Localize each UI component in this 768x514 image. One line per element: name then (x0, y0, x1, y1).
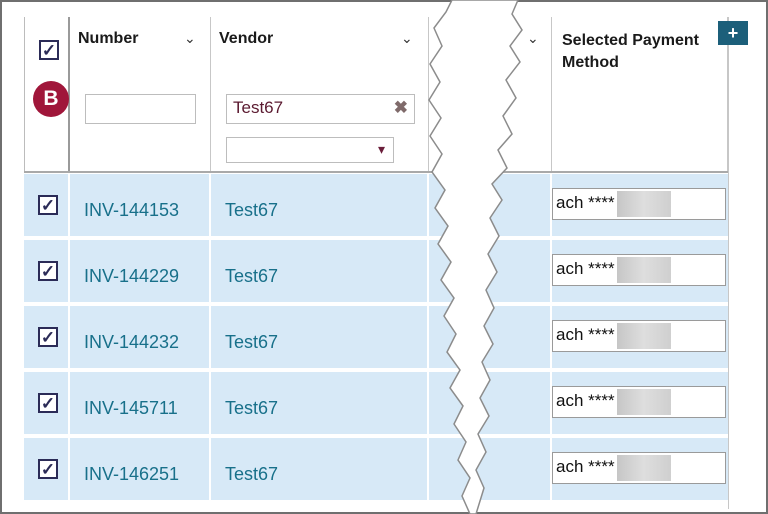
payment-method-field[interactable]: ach **** (552, 188, 726, 220)
table-row[interactable]: ✓ INV-144232 Test67 ach **** (24, 306, 728, 370)
table-row[interactable]: ✓ INV-145711 Test67 ach **** (24, 372, 728, 436)
row-checkbox[interactable]: ✓ (38, 327, 58, 347)
payment-method-header-label: Selected Payment Method (562, 30, 699, 74)
payment-method-column-header[interactable]: Selected Payment Method (552, 17, 728, 172)
vendor-column-header[interactable]: Vendor ⌄ Test67 ✖ ▾ (211, 17, 429, 172)
vendor-filter-value: Test67 (233, 98, 284, 117)
table-row[interactable]: ✓ INV-144229 Test67 ach **** (24, 240, 728, 304)
payment-method-field[interactable]: ach **** (552, 320, 726, 352)
vendor-type-header-label: Ve (437, 30, 456, 47)
add-column-button[interactable]: + (718, 21, 748, 45)
redacted-account (617, 191, 671, 217)
vendor-filter-input[interactable]: Test67 ✖ (226, 94, 415, 124)
chevron-down-icon[interactable]: ⌄ (527, 30, 539, 47)
vendor-link[interactable]: Test67 (225, 398, 278, 419)
invoice-number-link[interactable]: INV-144153 (84, 200, 179, 221)
payment-header-line2: Method (562, 54, 619, 71)
vendor-header-label: Vendor (219, 30, 274, 47)
vendor-link[interactable]: Test67 (225, 200, 278, 221)
step-badge: B (33, 81, 69, 117)
redacted-account (617, 323, 671, 349)
invoice-grid: ✓ Number ⌄ Vendor ⌄ Test67 ✖ ▾ Ve ⌄ Sele… (24, 17, 753, 509)
grid-header: ✓ Number ⌄ Vendor ⌄ Test67 ✖ ▾ Ve ⌄ Sele… (24, 17, 728, 173)
payment-method-value: ach **** (556, 325, 615, 344)
redacted-account (617, 257, 671, 283)
invoice-number-link[interactable]: INV-145711 (84, 398, 178, 419)
chevron-down-icon[interactable]: ⌄ (401, 30, 413, 47)
right-gutter (728, 17, 753, 509)
payment-method-field[interactable]: ach **** (552, 254, 726, 286)
row-checkbox[interactable]: ✓ (38, 459, 58, 479)
payment-method-field[interactable]: ach **** (552, 452, 726, 484)
payment-header-line1: Selected Payment (562, 32, 699, 49)
row-checkbox[interactable]: ✓ (38, 393, 58, 413)
table-row[interactable]: ✓ INV-144153 Test67 ach **** (24, 174, 728, 238)
select-all-checkbox[interactable]: ✓ (39, 40, 59, 60)
chevron-down-icon: ▾ (377, 141, 385, 157)
vendor-link[interactable]: Test67 (225, 332, 278, 353)
row-checkbox[interactable]: ✓ (38, 261, 58, 281)
clear-filter-icon[interactable]: ✖ (394, 98, 408, 118)
vendor-link[interactable]: Test67 (225, 266, 278, 287)
number-header-label: Number (78, 30, 139, 47)
header-divider (24, 171, 728, 173)
invoice-number-link[interactable]: INV-144232 (84, 332, 179, 353)
payment-method-value: ach **** (556, 259, 615, 278)
invoice-grid-frame: ✓ Number ⌄ Vendor ⌄ Test67 ✖ ▾ Ve ⌄ Sele… (0, 0, 768, 514)
payment-method-value: ach **** (556, 193, 615, 212)
payment-method-value: ach **** (556, 391, 615, 410)
table-row[interactable]: ✓ INV-146251 Test67 ach **** (24, 438, 728, 502)
number-column-header[interactable]: Number ⌄ (70, 17, 211, 172)
payment-method-value: ach **** (556, 457, 615, 476)
row-checkbox[interactable]: ✓ (38, 195, 58, 215)
number-filter-input[interactable] (85, 94, 196, 124)
invoice-number-link[interactable]: INV-146251 (84, 464, 179, 485)
redacted-account (617, 455, 671, 481)
payment-method-field[interactable]: ach **** (552, 386, 726, 418)
vendor-link[interactable]: Test67 (225, 464, 278, 485)
invoice-number-link[interactable]: INV-144229 (84, 266, 179, 287)
chevron-down-icon[interactable]: ⌄ (184, 30, 196, 47)
vendor-type-column-header[interactable]: Ve ⌄ (429, 17, 552, 172)
vendor-filter-select[interactable]: ▾ (226, 137, 394, 163)
redacted-account (617, 389, 671, 415)
